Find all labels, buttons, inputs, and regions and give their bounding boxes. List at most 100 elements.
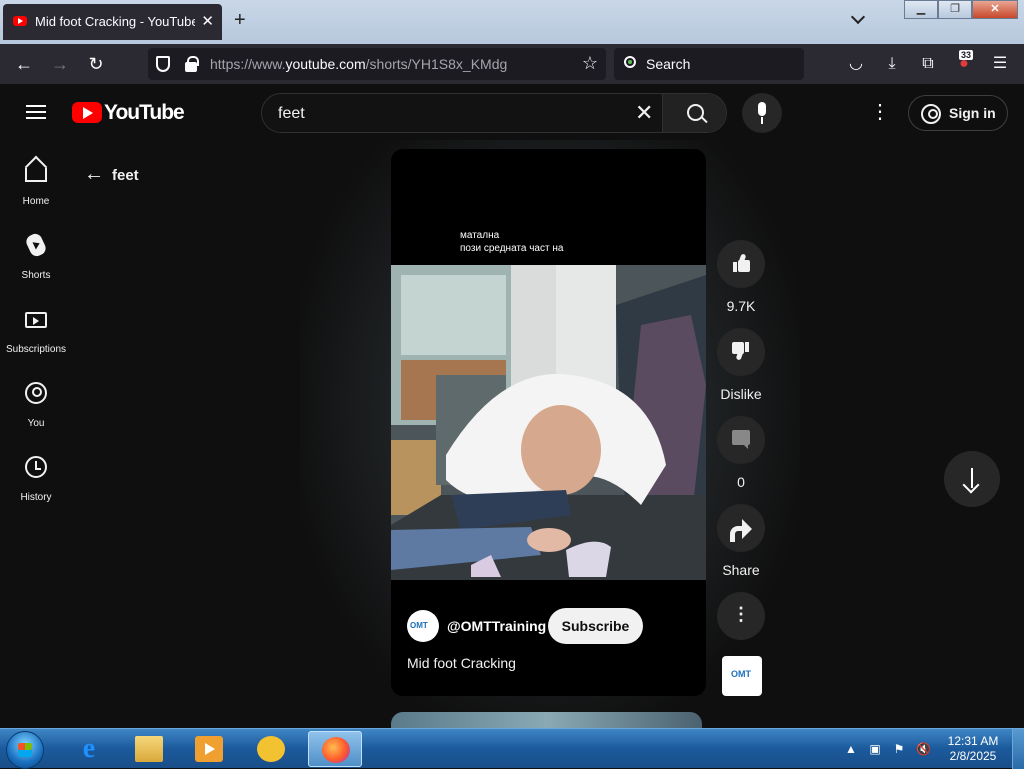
pocket-icon[interactable]: ◡ xyxy=(846,54,866,74)
subscribe-button[interactable]: Subscribe xyxy=(548,608,643,644)
app-menu-hamburger-icon[interactable]: ☰ xyxy=(990,54,1010,74)
sidebar-item-label: You xyxy=(27,418,45,429)
reload-icon[interactable]: ↻ xyxy=(86,54,106,74)
firefox-icon xyxy=(322,737,350,763)
thumbs-up-icon xyxy=(733,253,750,272)
browser-search-field[interactable]: Search xyxy=(614,48,804,80)
search-button[interactable] xyxy=(662,94,726,132)
sidebar-item-label: Home xyxy=(22,196,50,207)
home-icon xyxy=(25,168,47,182)
more-options-button[interactable]: ⋮ xyxy=(717,592,765,640)
sidebar-item-shorts[interactable]: Shorts xyxy=(0,222,72,292)
url-path: /shorts/YH1S8x_KMdg xyxy=(365,56,508,72)
more-action: ⋮ xyxy=(717,592,765,640)
share-arrow-icon xyxy=(730,519,752,542)
comments-button[interactable] xyxy=(717,416,765,464)
dislike-action: Dislike xyxy=(717,328,765,402)
next-short-arrow-down-icon[interactable] xyxy=(944,451,1000,507)
show-desktop-button[interactable] xyxy=(1012,729,1024,769)
history-icon xyxy=(25,456,47,478)
share-button[interactable] xyxy=(717,504,765,552)
system-clock[interactable]: 12:31 AM 2/8/2025 xyxy=(940,734,1006,764)
window-close-button[interactable]: ✕ xyxy=(972,0,1018,19)
show-hidden-icons-chevron-icon[interactable]: ▲ xyxy=(844,742,858,756)
volume-muted-icon[interactable]: 🔇 xyxy=(916,742,931,756)
sidebar-item-you[interactable]: You xyxy=(0,370,72,440)
downloads-icon[interactable]: ⤓ xyxy=(882,54,902,74)
sign-in-label: Sign in xyxy=(949,105,996,121)
window-controls: ▁ ❐ ✕ xyxy=(904,0,1018,20)
taskbar-firefox[interactable] xyxy=(308,731,362,767)
taskbar-file-explorer[interactable] xyxy=(122,731,176,767)
taskbar-internet-explorer[interactable]: e xyxy=(62,731,116,767)
tracking-protection-shield-icon[interactable] xyxy=(156,56,170,72)
caption-line: матална xyxy=(460,230,500,241)
video-frame[interactable] xyxy=(391,265,706,580)
you-icon xyxy=(25,382,47,404)
sign-in-button[interactable]: Sign in xyxy=(908,95,1008,131)
comment-icon xyxy=(732,430,750,449)
sidebar-item-history[interactable]: History xyxy=(0,444,72,514)
back-arrow-icon[interactable]: ← xyxy=(14,54,34,74)
video-caption-text: матална пози средната част на xyxy=(460,229,563,255)
browser-toolbar: ← → ↻ https://www.youtube.com/shorts/YH1… xyxy=(0,44,1024,84)
subscriptions-icon xyxy=(25,312,47,328)
sidebar-item-label: Shorts xyxy=(21,270,51,281)
bookmark-star-icon[interactable]: ☆ xyxy=(582,53,598,74)
taskbar-media-player[interactable] xyxy=(182,731,236,767)
lock-icon[interactable] xyxy=(185,56,199,72)
audio-source-thumbnail[interactable] xyxy=(722,656,762,696)
taskbar-messenger[interactable] xyxy=(244,731,298,767)
shorts-player[interactable]: матална пози средната част на @OMTTrain xyxy=(391,149,706,696)
youtube-logo-text[interactable]: YouTube xyxy=(104,101,185,125)
url-prefix: https://www. xyxy=(210,56,286,72)
channel-avatar[interactable] xyxy=(407,610,439,642)
sidebar-item-label: History xyxy=(20,492,52,503)
sidebar-item-home[interactable]: Home xyxy=(0,148,72,218)
list-all-tabs-chevron-icon[interactable] xyxy=(851,12,865,26)
browser-tab-active[interactable]: Mid foot Cracking - YouTube ✕ xyxy=(3,4,222,40)
back-arrow-icon: ← xyxy=(84,163,104,185)
clock-date: 2/8/2025 xyxy=(949,749,997,763)
address-bar[interactable]: https://www.youtube.com/shorts/YH1S8x_KM… xyxy=(148,48,606,80)
channel-name-link[interactable]: @OMTTraining xyxy=(447,618,546,634)
comments-action: 0 xyxy=(717,416,765,490)
clear-search-icon[interactable]: ✕ xyxy=(635,102,653,124)
youtube-logo-icon[interactable] xyxy=(72,102,102,123)
url-text[interactable]: https://www.youtube.com/shorts/YH1S8x_KM… xyxy=(210,56,507,72)
extensions-puzzle-icon[interactable]: ⧉ xyxy=(918,54,938,74)
tab-close-icon[interactable]: ✕ xyxy=(201,12,214,30)
start-button-windows-icon[interactable] xyxy=(6,731,44,769)
short-title[interactable]: Mid foot Cracking xyxy=(407,655,516,671)
network-icon[interactable]: ▣ xyxy=(868,742,882,756)
sidebar-item-label: Subscriptions xyxy=(5,344,67,355)
thumbs-down-icon xyxy=(732,342,749,361)
sidebar-item-subscriptions[interactable]: Subscriptions xyxy=(0,296,72,366)
video-still-image xyxy=(391,265,706,580)
internet-explorer-icon: e xyxy=(82,733,96,764)
voice-search-mic-icon[interactable] xyxy=(742,93,782,133)
comment-count: 0 xyxy=(737,474,745,490)
like-button[interactable] xyxy=(717,240,765,288)
caption-line: пози средната част на xyxy=(460,243,564,254)
clock-time: 12:31 AM xyxy=(947,734,999,748)
settings-more-icon[interactable]: ⋮ xyxy=(870,102,890,123)
like-action: 9.7K xyxy=(717,240,765,314)
share-action: Share xyxy=(717,504,765,578)
folder-icon xyxy=(135,736,163,762)
account-icon xyxy=(921,104,941,124)
minimize-button[interactable]: ▁ xyxy=(904,0,938,19)
chat-bubble-icon xyxy=(257,736,285,762)
browser-tab-strip: Mid foot Cracking - YouTube ✕ + ▁ ❐ ✕ xyxy=(0,0,1024,44)
action-center-flag-icon[interactable]: ⚑ xyxy=(892,742,906,756)
media-player-icon xyxy=(195,736,223,762)
search-engine-icon xyxy=(624,56,636,68)
guide-menu-icon[interactable] xyxy=(26,105,46,119)
dislike-button[interactable] xyxy=(717,328,765,376)
new-tab-button[interactable]: + xyxy=(234,10,246,30)
forward-arrow-icon[interactable]: → xyxy=(50,54,70,74)
youtube-search-input[interactable] xyxy=(278,102,618,126)
addon-badge: 33 xyxy=(959,50,974,60)
maximize-button[interactable]: ❐ xyxy=(938,0,972,19)
search-query-label: feet xyxy=(112,167,139,184)
